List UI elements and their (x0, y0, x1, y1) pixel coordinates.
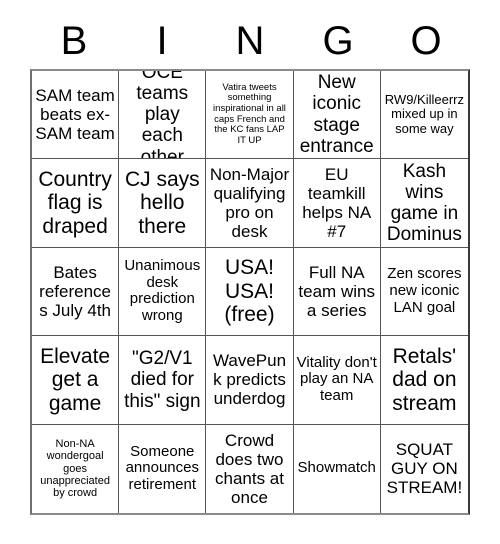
bingo-cell[interactable]: New iconic stage entrance (293, 71, 381, 160)
bingo-cell-free-space[interactable]: USA! USA! (free) (206, 247, 294, 337)
bingo-cell-label: Vatira tweets something inspirational in… (213, 81, 286, 146)
bingo-cell-label: WavePunk predicts underdog (212, 351, 287, 409)
bingo-cell-label: Showmatch (297, 459, 376, 477)
bingo-cell-label: Unanimous desk prediction wrong (124, 256, 201, 325)
bingo-cell-label: USA! USA! (free) (224, 256, 275, 327)
bingo-cell[interactable]: Showmatch (294, 424, 381, 513)
bingo-cell[interactable]: Zen scores new iconic LAN goal (380, 248, 468, 337)
bingo-cell-label: Elevate get a game (40, 344, 111, 415)
bingo-cell[interactable]: Non-Major qualifying pro on desk (206, 159, 294, 248)
bingo-cell[interactable]: EU teamkill helps NA #7 (293, 159, 381, 248)
bingo-cell[interactable]: Elevate get a game (32, 336, 120, 425)
bingo-cell[interactable]: RW9/Killeerrz mixed up in some way (380, 71, 468, 160)
bingo-cell-label: Retals' dad on stream (392, 344, 457, 415)
bingo-cell[interactable]: Bates references July 4th (32, 247, 120, 337)
bingo-cell-label: SAM team beats ex-SAM team (35, 86, 115, 144)
bingo-cell-label: SQUAT GUY ON STREAM! (386, 440, 463, 498)
bingo-cell[interactable]: "G2/V1 died for this" sign (119, 336, 207, 425)
bingo-cell-label: Kash wins game in Dominus (386, 160, 462, 246)
bingo-cell[interactable]: Someone announces retirement (119, 424, 207, 513)
bingo-cell[interactable]: Kash wins game in Dominus (380, 159, 468, 248)
bingo-cell[interactable]: OCE teams play each other (119, 71, 207, 160)
bingo-cell[interactable]: Country flag is draped (32, 159, 120, 248)
bingo-cell[interactable]: Vatira tweets something inspirational in… (206, 71, 294, 160)
bingo-cell-label: Non-NA wondergoal goes unappreciated by … (40, 438, 110, 500)
bingo-header-letter-i: I (156, 19, 168, 63)
bingo-cell-label: Crowd does two chants at once (214, 430, 284, 507)
bingo-cell-label: Country flag is draped (38, 167, 112, 238)
bingo-card: B I N G O SAM team beats ex-SAM team OCE … (0, 0, 500, 544)
bingo-header-letter-n: N (235, 19, 265, 63)
bingo-cell-label: CJ says hello there (124, 167, 200, 238)
bingo-cell[interactable]: WavePunk predicts underdog (206, 336, 294, 425)
bingo-cell-label: Someone announces retirement (125, 442, 199, 494)
bingo-header-letter-o: O (410, 19, 442, 63)
bingo-cell[interactable]: SAM team beats ex-SAM team (32, 71, 120, 160)
bingo-cell[interactable]: Retals' dad on stream (380, 336, 468, 425)
bingo-cell[interactable]: CJ says hello there (119, 159, 207, 248)
bingo-cell-label: Bates references July 4th (39, 262, 111, 320)
bingo-cell-label: "G2/V1 died for this" sign (124, 347, 201, 412)
bingo-header-letter-b: B (60, 19, 88, 63)
bingo-cell[interactable]: Vitality don't play an NA team (293, 336, 381, 425)
bingo-cell-label: New iconic stage entrance (299, 72, 374, 157)
bingo-cell[interactable]: SQUAT GUY ON STREAM! (381, 425, 468, 513)
bingo-cell-label: Zen scores new iconic LAN goal (387, 265, 462, 316)
bingo-cell[interactable]: Non-NA wondergoal goes unappreciated by … (32, 424, 120, 513)
bingo-cell[interactable]: Unanimous desk prediction wrong (119, 247, 207, 337)
bingo-cell-label: Full NA team wins a series (298, 262, 375, 320)
bingo-grid: SAM team beats ex-SAM team OCE teams play… (30, 69, 470, 515)
bingo-header-letter-g: G (322, 19, 354, 63)
bingo-cell-label: Vitality don't play an NA team (296, 353, 377, 405)
bingo-cell-label: Non-Major qualifying pro on desk (209, 165, 290, 242)
bingo-cell-label: EU teamkill helps NA #7 (302, 165, 372, 242)
bingo-cell[interactable]: Full NA team wins a series (293, 247, 381, 337)
bingo-cell[interactable]: Crowd does two chants at once (206, 424, 294, 513)
bingo-cell-label: OCE teams play each other (136, 71, 189, 160)
bingo-cell-label: RW9/Killeerrz mixed up in some way (384, 91, 464, 136)
bingo-header: B I N G O (30, 16, 470, 66)
